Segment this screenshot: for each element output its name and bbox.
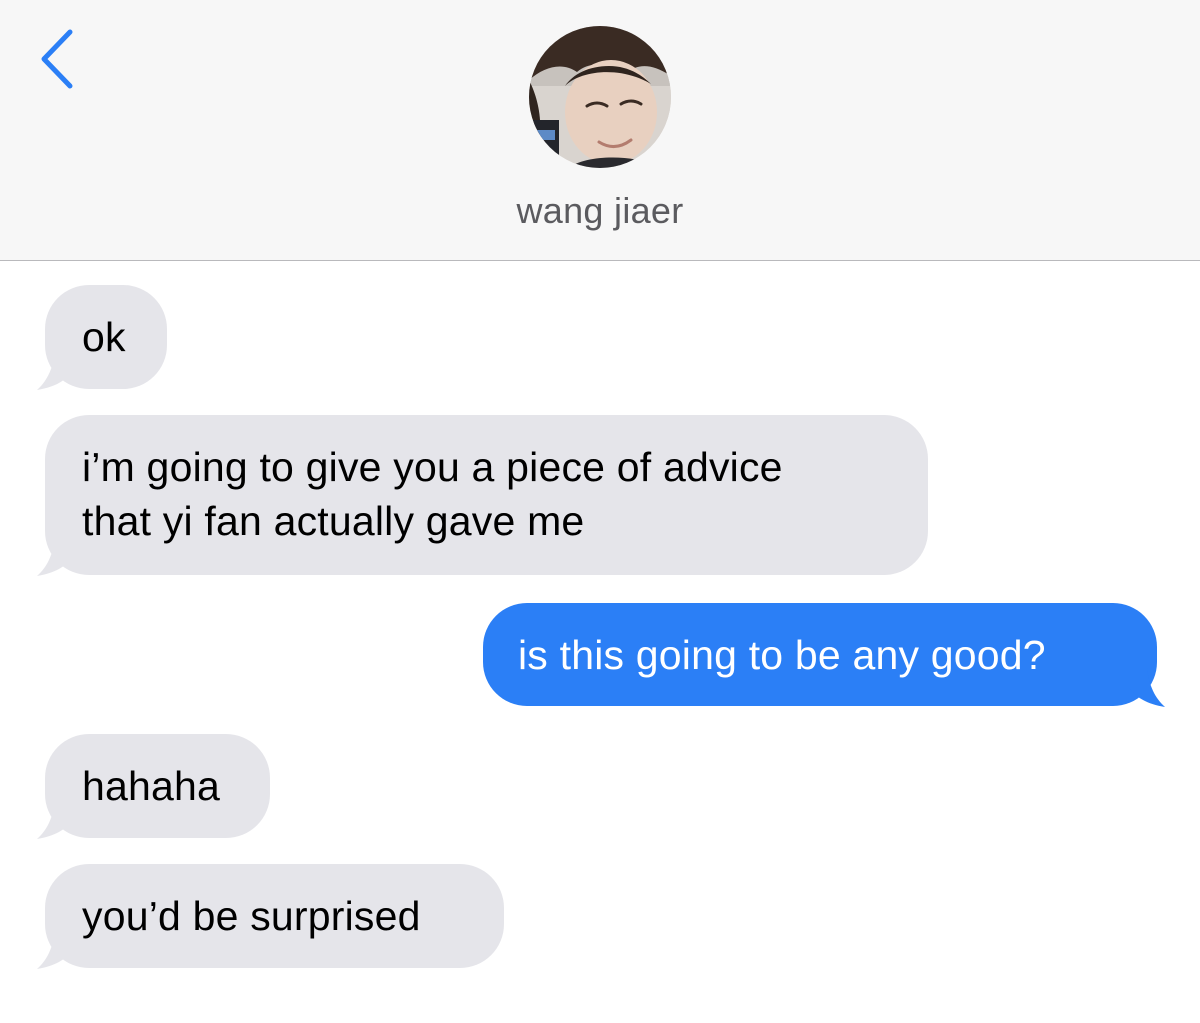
incoming-message-bubble[interactable]: ok — [37, 285, 167, 390]
bubble-tail — [37, 527, 73, 576]
outgoing-message-bubble[interactable]: is this going to be any good? — [483, 603, 1165, 707]
incoming-message-bubble[interactable]: hahaha — [37, 734, 270, 839]
incoming-message-bubble[interactable]: i’m going to give you a piece of advice … — [37, 415, 928, 576]
contact-name[interactable]: wang jiaer — [0, 189, 1200, 233]
message-text-line: that yi fan actually gave me — [82, 498, 585, 544]
bubble-tail — [37, 341, 73, 390]
message-text: is this going to be any good? — [518, 632, 1046, 678]
chevron-left-icon — [41, 29, 73, 89]
message-text: ok — [82, 314, 126, 360]
conversation-header: wang jiaer — [0, 0, 1200, 261]
contact-avatar[interactable] — [529, 26, 671, 168]
bubble-tail — [37, 920, 73, 969]
avatar-photo — [529, 26, 671, 168]
message-text-line: i’m going to give you a piece of advice — [82, 444, 783, 490]
message-text: hahaha — [82, 763, 221, 809]
message-text: you’d be surprised — [82, 893, 421, 939]
incoming-message-bubble[interactable]: you’d be surprised — [37, 864, 504, 969]
bubble-tail — [37, 790, 73, 839]
messages-screen: wang jiaer ok i’m going to give you a pi… — [0, 0, 1200, 1023]
back-button[interactable] — [34, 26, 82, 92]
